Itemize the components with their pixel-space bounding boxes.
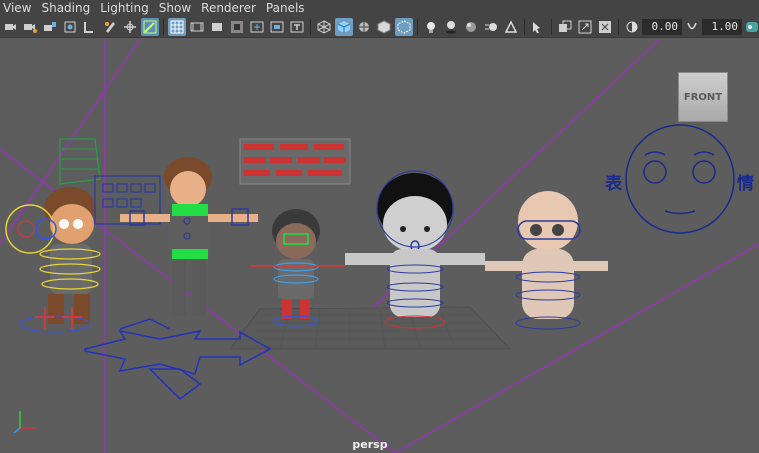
xray-active-icon[interactable] (576, 18, 594, 36)
shadows-icon[interactable] (442, 18, 460, 36)
menu-bar: View Shading Lighting Show Renderer Pane… (0, 0, 759, 16)
isolate-select-icon[interactable] (529, 18, 547, 36)
xray-icon[interactable] (395, 17, 413, 36)
character-1[interactable] (5, 138, 101, 333)
character-4[interactable] (345, 170, 485, 329)
xray-joints-icon[interactable] (556, 18, 574, 36)
select-camera-icon[interactable] (1, 18, 19, 36)
ground-grid (229, 306, 511, 350)
camera-name-label: persp (352, 438, 388, 451)
grid-icon[interactable] (168, 17, 186, 36)
menu-lighting[interactable]: Lighting (95, 0, 154, 16)
default-material-icon[interactable] (375, 18, 393, 36)
exposure-field[interactable] (642, 18, 682, 35)
film-gate-icon[interactable] (188, 18, 206, 36)
twod-pan-icon[interactable] (81, 18, 99, 36)
field-chart-icon[interactable] (248, 18, 266, 36)
grease-pencil-icon[interactable] (101, 18, 119, 36)
board-char-left: 表 (605, 174, 622, 194)
menu-renderer[interactable]: Renderer (196, 0, 261, 16)
use-all-lights-icon[interactable] (422, 18, 440, 36)
camera-attributes-icon[interactable] (21, 18, 39, 36)
axis-gizmo (13, 411, 36, 434)
character-5[interactable] (485, 191, 608, 330)
board-char-right: 情 (737, 174, 754, 194)
wireframe-on-shaded-icon[interactable] (355, 18, 373, 36)
character-2[interactable] (120, 157, 258, 316)
expression-board[interactable] (625, 124, 735, 234)
safe-title-icon[interactable] (288, 18, 306, 36)
root-arrow-controller[interactable] (84, 318, 272, 400)
scene-canvas[interactable] (0, 39, 759, 453)
menu-panels[interactable]: Panels (261, 0, 310, 16)
camera-frustum-lines (0, 39, 759, 453)
viewcube-face-label: FRONT (683, 91, 723, 103)
tag-panel (239, 138, 351, 185)
image-plane-icon[interactable] (61, 18, 79, 36)
transform-pivot-icon[interactable] (121, 18, 139, 36)
resolution-gate-icon[interactable] (208, 18, 226, 36)
gamma-field[interactable] (702, 18, 742, 35)
color-management-icon[interactable] (743, 18, 759, 36)
viewcube[interactable]: FRONT (678, 72, 728, 122)
wireframe-icon[interactable] (315, 18, 333, 36)
motion-blur-icon[interactable] (482, 18, 500, 36)
exposure-icon[interactable] (623, 18, 641, 36)
perspective-viewport[interactable]: 表 情 FRONT persp (0, 39, 759, 453)
panel-toolbar (0, 16, 759, 38)
anti-aliasing-icon[interactable] (502, 18, 520, 36)
menu-show[interactable]: Show (154, 0, 196, 16)
pencil-active-icon[interactable] (141, 17, 159, 36)
safe-action-icon[interactable] (268, 18, 286, 36)
ambient-occlusion-icon[interactable] (462, 18, 480, 36)
hud-icon[interactable] (596, 18, 614, 36)
menu-view[interactable]: View (0, 0, 36, 16)
gate-mask-icon[interactable] (228, 18, 246, 36)
gamma-icon[interactable] (683, 18, 701, 36)
menu-shading[interactable]: Shading (36, 0, 95, 16)
smooth-shade-icon[interactable] (335, 17, 353, 36)
bookmarks-icon[interactable] (41, 18, 59, 36)
